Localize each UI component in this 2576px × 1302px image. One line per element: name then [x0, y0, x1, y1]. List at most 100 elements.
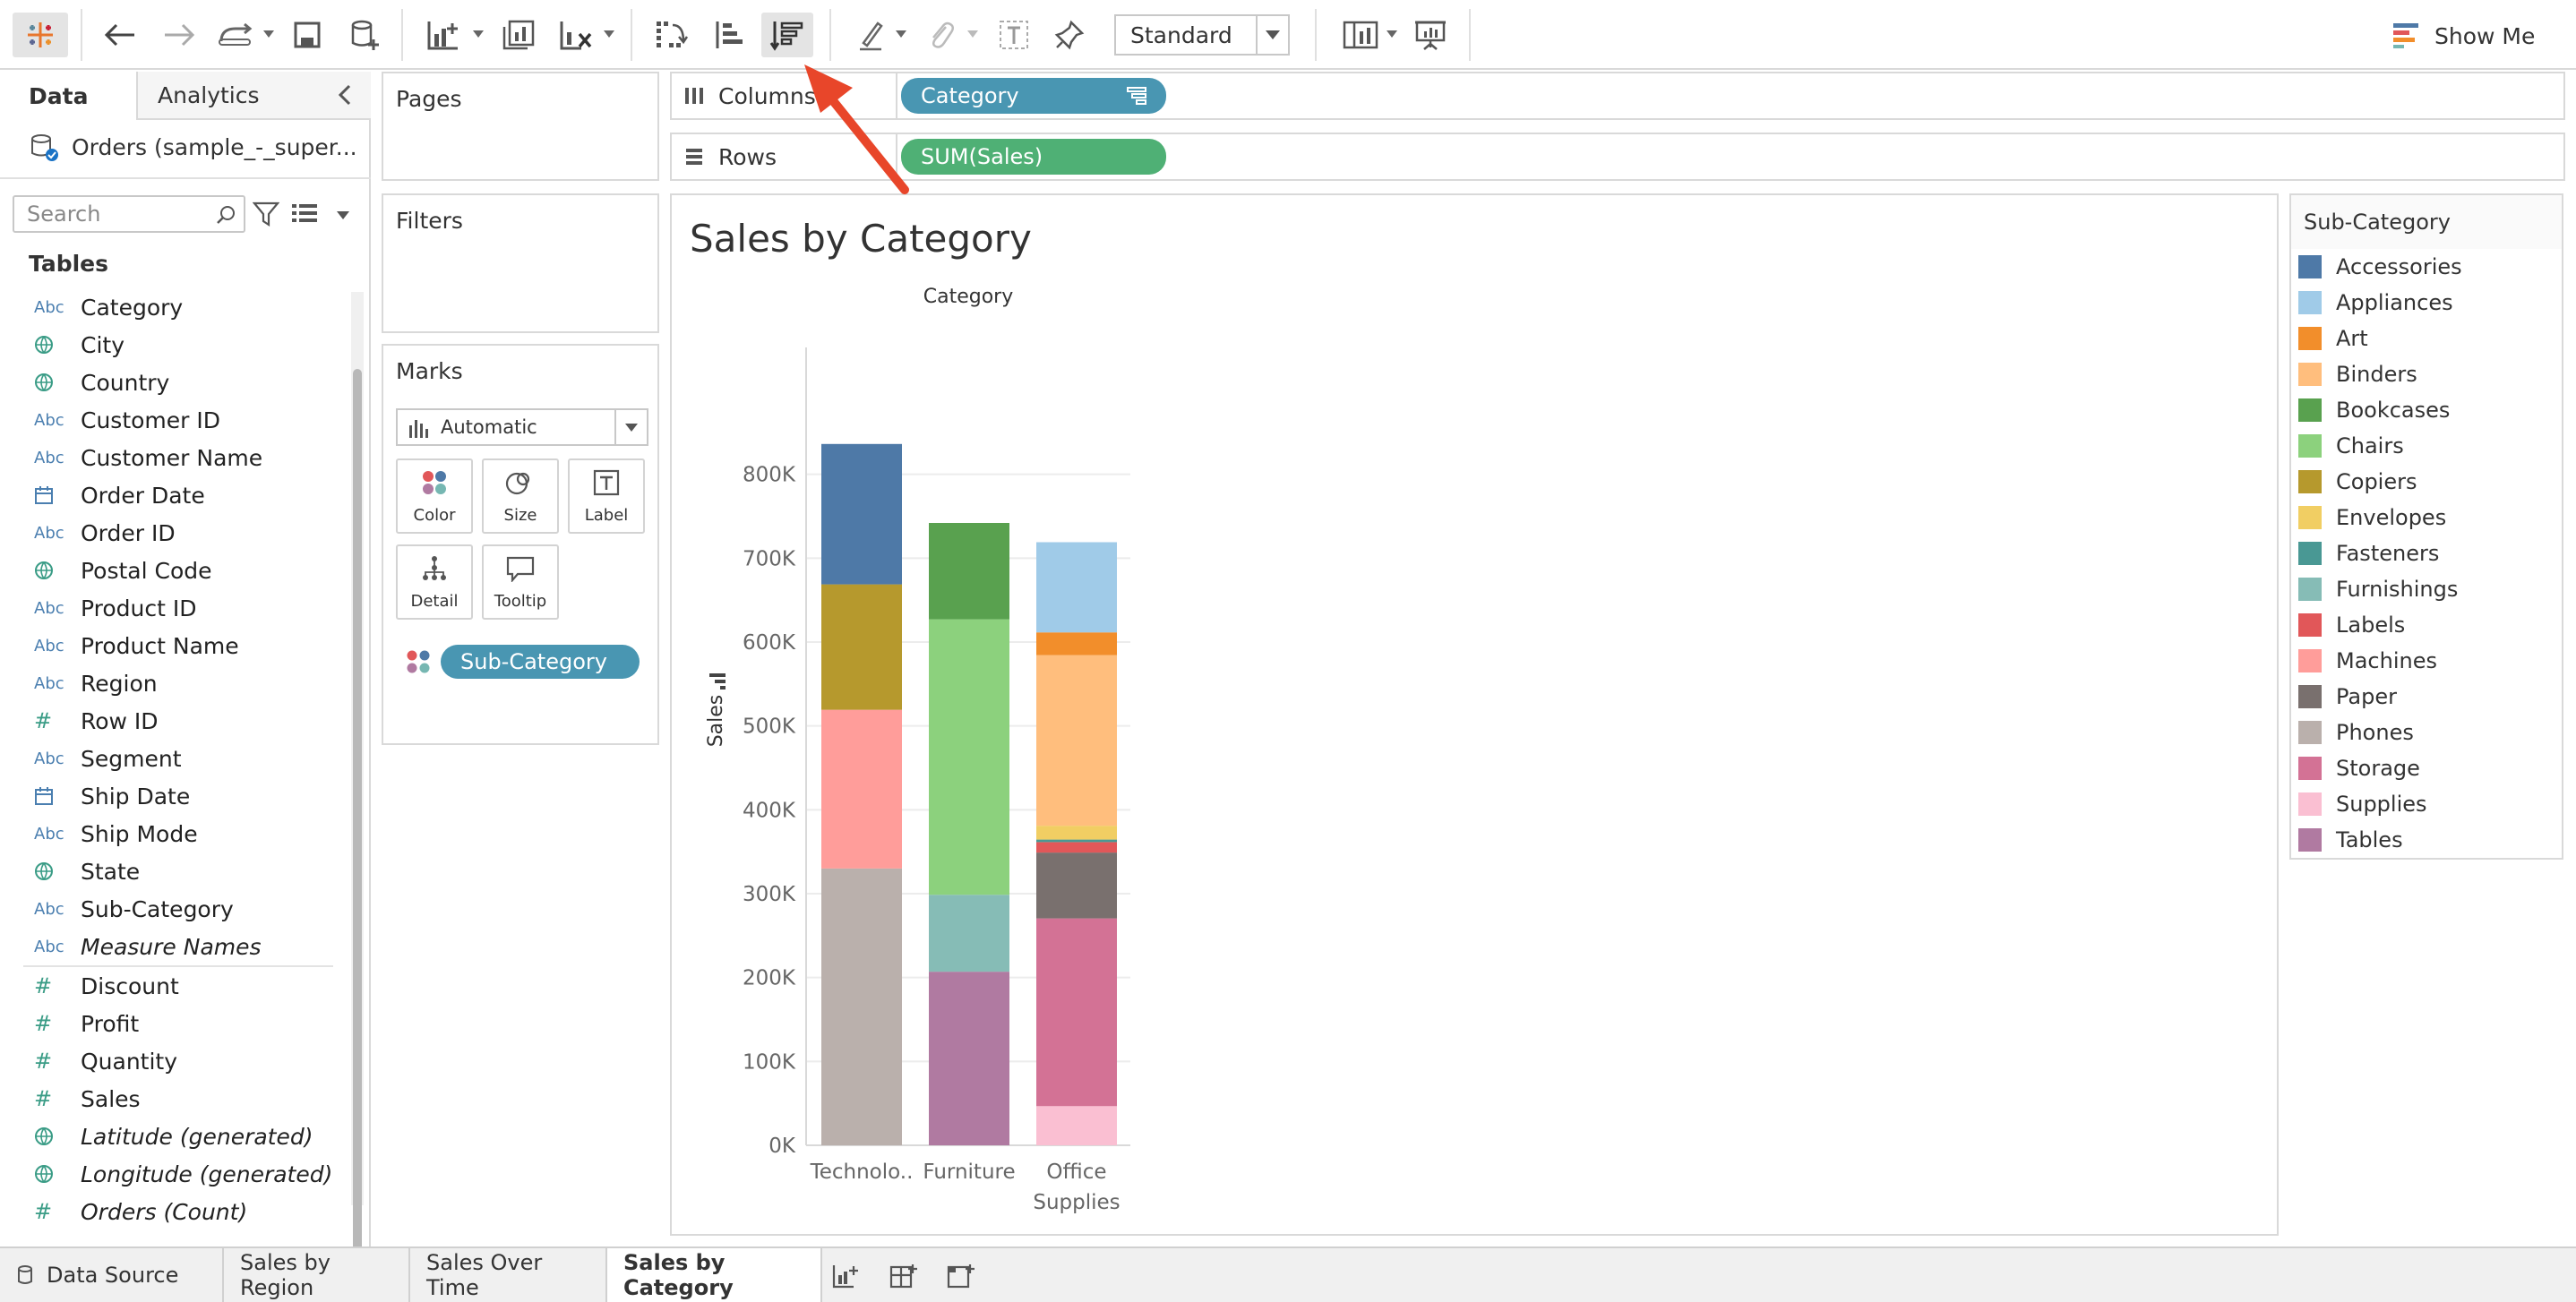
filters-card[interactable]: Filters: [382, 193, 659, 333]
field-customer-id[interactable]: Abc Customer ID: [0, 401, 351, 439]
field-product-id[interactable]: Abc Product ID: [0, 589, 351, 627]
tab-data[interactable]: Data: [0, 72, 138, 120]
filter-icon[interactable]: [252, 201, 280, 231]
save-icon[interactable]: [285, 13, 330, 57]
highlight-caret-icon[interactable]: [896, 30, 906, 38]
field-segment[interactable]: Abc Segment: [0, 740, 351, 777]
swap-rows-columns-icon[interactable]: [647, 13, 695, 57]
legend-item[interactable]: Binders: [2298, 356, 2558, 392]
bar-segment[interactable]: [929, 522, 1009, 620]
new-worksheet-tab-icon[interactable]: [828, 1261, 863, 1291]
fit-dropdown-caret-icon[interactable]: [1256, 16, 1288, 54]
highlight-icon[interactable]: [847, 13, 894, 57]
field-ship-mode[interactable]: Abc Ship Mode: [0, 815, 351, 852]
legend-item[interactable]: Storage: [2298, 750, 2558, 786]
size-button[interactable]: Size: [482, 458, 559, 534]
fit-dropdown[interactable]: Standard: [1114, 14, 1290, 56]
columns-shelf[interactable]: Columns Category: [670, 72, 2565, 120]
group-icon[interactable]: [917, 13, 964, 57]
mark-type-dropdown[interactable]: Automatic: [396, 408, 648, 446]
legend-item[interactable]: Accessories: [2298, 249, 2558, 285]
new-worksheet-caret-icon[interactable]: [473, 30, 484, 38]
legend-item[interactable]: Supplies: [2298, 786, 2558, 822]
clear-sheet-icon[interactable]: [552, 13, 600, 57]
mark-type-caret-icon[interactable]: [614, 410, 647, 444]
field-row-id[interactable]: # Row ID: [0, 702, 351, 740]
field-ship-date[interactable]: Ship Date: [0, 777, 351, 815]
field-city[interactable]: City: [0, 326, 351, 364]
bar-segment[interactable]: [1036, 655, 1117, 827]
category-pill[interactable]: Category: [901, 78, 1166, 114]
bar-segment[interactable]: [1036, 918, 1117, 1107]
field-order-id[interactable]: Abc Order ID: [0, 514, 351, 552]
scrollbar-thumb[interactable]: [353, 369, 362, 1282]
legend-item[interactable]: Tables: [2298, 822, 2558, 858]
presentation-mode-icon[interactable]: [1406, 13, 1455, 57]
label-button[interactable]: Label: [568, 458, 645, 534]
field-sub-category[interactable]: Abc Sub-Category: [0, 890, 351, 928]
collapse-pane-icon[interactable]: [335, 82, 356, 107]
new-dashboard-tab-icon[interactable]: [885, 1261, 921, 1291]
field-state[interactable]: State: [0, 852, 351, 890]
bar-segment[interactable]: [1036, 839, 1117, 843]
axis-sort-icon[interactable]: [709, 673, 726, 690]
field-measure-values[interactable]: #Measure Values: [0, 1230, 351, 1240]
bar-segment[interactable]: [929, 972, 1009, 1145]
bar-segment[interactable]: [929, 619, 1009, 895]
sheet-tab-sales-by-region[interactable]: Sales by Region: [224, 1248, 410, 1302]
sort-descending-icon[interactable]: [761, 13, 813, 57]
pages-card[interactable]: Pages: [382, 72, 659, 181]
undo-icon[interactable]: [97, 13, 143, 57]
bar-segment[interactable]: [1036, 542, 1117, 633]
field-sales[interactable]: # Sales: [0, 1080, 351, 1118]
field-quantity[interactable]: # Quantity: [0, 1042, 351, 1080]
duplicate-sheet-icon[interactable]: [494, 13, 543, 57]
datasource-tab[interactable]: Data Source: [0, 1248, 224, 1302]
field-orders-count[interactable]: # Orders (Count): [0, 1193, 351, 1230]
new-data-source-icon[interactable]: [342, 13, 389, 57]
redo-icon[interactable]: [156, 13, 202, 57]
legend-item[interactable]: Machines: [2298, 643, 2558, 679]
search-input[interactable]: [14, 197, 202, 231]
legend-item[interactable]: Paper: [2298, 679, 2558, 715]
legend-item[interactable]: Appliances: [2298, 285, 2558, 321]
bar-segment[interactable]: [929, 895, 1009, 972]
field-order-date[interactable]: Order Date: [0, 476, 351, 514]
field-measure-names[interactable]: Abc Measure Names: [0, 928, 351, 965]
new-story-tab-icon[interactable]: [942, 1261, 978, 1291]
legend-item[interactable]: Envelopes: [2298, 500, 2558, 535]
detail-button[interactable]: Detail: [396, 544, 473, 620]
field-product-name[interactable]: Abc Product Name: [0, 627, 351, 664]
field-discount[interactable]: # Discount: [0, 967, 351, 1005]
color-field-pill[interactable]: Sub-Category: [441, 645, 640, 679]
legend-item[interactable]: Bookcases: [2298, 392, 2558, 428]
field-region[interactable]: Abc Region: [0, 664, 351, 702]
field-latitude-generated[interactable]: Latitude (generated): [0, 1118, 351, 1155]
field-country[interactable]: Country: [0, 364, 351, 401]
replay-icon[interactable]: [211, 13, 260, 57]
bar-segment[interactable]: [821, 868, 902, 1145]
legend-item[interactable]: Furnishings: [2298, 571, 2558, 607]
sheet-tab-sales-over-time[interactable]: Sales Over Time: [410, 1248, 607, 1302]
show-cards-icon[interactable]: [1335, 13, 1387, 57]
legend-item[interactable]: Art: [2298, 321, 2558, 356]
legend-item[interactable]: Labels: [2298, 607, 2558, 643]
color-button[interactable]: Color: [396, 458, 473, 534]
field-list-scrollbar[interactable]: [351, 292, 364, 1282]
bar-segment[interactable]: [1036, 852, 1117, 919]
search-box[interactable]: [13, 195, 245, 233]
show-cards-caret-icon[interactable]: [1387, 30, 1397, 38]
legend-item[interactable]: Copiers: [2298, 464, 2558, 500]
bar-segment[interactable]: [1036, 1106, 1117, 1145]
datasource-item[interactable]: Orders (sample_-_super...: [29, 131, 357, 163]
tableau-logo-icon[interactable]: [13, 13, 68, 57]
legend-item[interactable]: Phones: [2298, 715, 2558, 750]
rows-shelf[interactable]: Rows SUM(Sales): [670, 133, 2565, 181]
list-view-icon[interactable]: [292, 202, 319, 227]
legend-item[interactable]: Chairs: [2298, 428, 2558, 464]
bar-segment[interactable]: [821, 443, 902, 585]
list-view-caret-icon[interactable]: [337, 211, 349, 219]
show-me-button[interactable]: Show Me: [2393, 18, 2535, 54]
group-caret-icon[interactable]: [967, 30, 978, 38]
bar-segment[interactable]: [1036, 842, 1117, 853]
